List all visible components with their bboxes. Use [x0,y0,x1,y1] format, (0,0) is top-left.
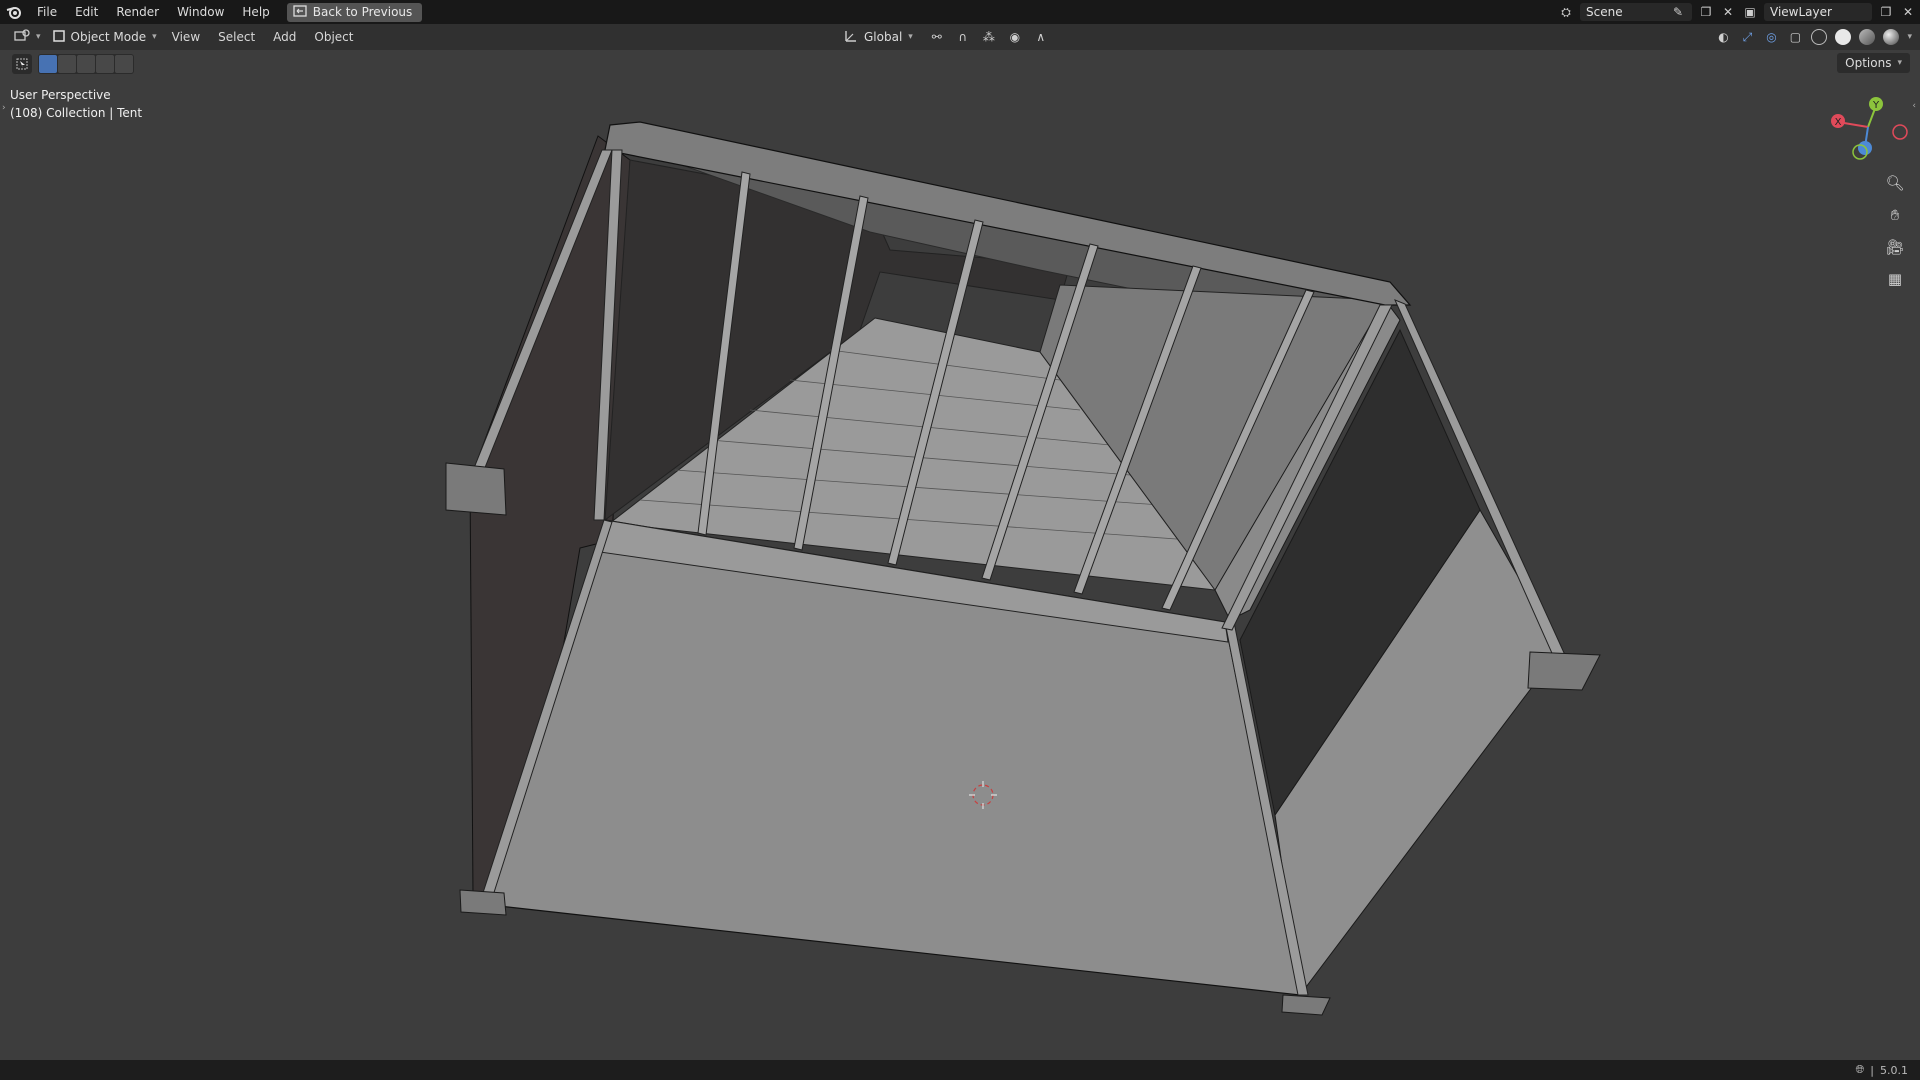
pin-icon[interactable]: ✎ [1670,4,1686,20]
scene-field[interactable]: Scene ✎ [1580,3,1692,21]
menu-object[interactable]: Object [305,30,362,44]
pivot-point-icon[interactable]: ⚯ [929,29,945,45]
viewlayer-type-icon[interactable]: ▣ [1742,4,1758,20]
new-scene-icon[interactable]: ❐ [1698,4,1714,20]
back-to-previous-label: Back to Previous [312,5,413,19]
menu-add[interactable]: Add [264,30,305,44]
viewlayer-name: ViewLayer [1770,5,1832,19]
scene-name: Scene [1586,5,1623,19]
overlays-icon[interactable]: ◎ [1763,29,1779,45]
sidebar-expand-icon[interactable]: › [2,103,6,113]
chevron-down-icon: ▾ [36,32,41,42]
wireframe-shading-icon[interactable] [1811,29,1828,45]
solid-shading-icon[interactable] [1835,29,1852,45]
visibility-eye-icon[interactable]: ◐ [1715,29,1731,45]
menu-render[interactable]: Render [107,0,168,24]
chevron-down-icon: ▾ [908,32,913,42]
menu-edit[interactable]: Edit [66,0,107,24]
perspective-toggle-icon[interactable]: ▦ [1882,266,1908,292]
menu-help[interactable]: Help [233,0,278,24]
3d-viewport[interactable] [0,50,1920,1060]
gizmo-toggle-icon[interactable]: ⤢ [1739,29,1755,45]
n-panel-expand-icon[interactable]: ‹ [1912,101,1916,111]
blender-logo-icon[interactable] [0,5,28,19]
camera-view-icon[interactable]: 🎥︎ [1882,234,1908,260]
delete-scene-icon[interactable]: ✕ [1720,4,1736,20]
proportional-edit-icon[interactable]: ◉ [1007,29,1023,45]
status-separator: | [1870,1063,1874,1077]
tent-mesh [445,121,1601,1016]
globe-icon: 🌐︎ [1855,1063,1865,1076]
chevron-down-icon: ▾ [152,32,157,42]
orientation-dropdown[interactable]: Global ▾ [838,27,919,47]
back-to-previous-button[interactable]: Back to Previous [286,2,423,22]
gizmo-x-label: X [1835,117,1842,128]
menu-view[interactable]: View [163,30,209,44]
navigation-gizmo[interactable]: Y X [1820,92,1910,162]
gizmo-neg-x-icon[interactable] [1892,124,1908,140]
snap-magnet-icon[interactable]: ∩ [955,29,971,45]
transform-tools: Global ▾ ⚯ ∩ ⁂ ◉ ∧ [838,24,1049,50]
status-bar: 🌐︎ | 5.0.1 [0,1060,1920,1080]
editor-type-icon [14,28,30,46]
version-label: 5.0.1 [1880,1063,1908,1077]
mode-label: Object Mode [70,30,147,44]
snap-increment-icon[interactable]: ⁂ [981,29,997,45]
perspective-label: User Perspective [10,88,111,102]
zoom-icon[interactable]: 🔍︎ [1882,170,1908,196]
falloff-curve-icon[interactable]: ∧ [1033,29,1049,45]
collection-label: (108) Collection | Tent [10,106,143,120]
navigation-buttons: 🔍︎ ✋︎ 🎥︎ ▦ [1882,170,1908,292]
mode-dropdown[interactable]: Object Mode ▾ [47,27,163,47]
viewport-right-tools: ◐ ⤢ ◎ ▢ ▾ [1715,24,1912,50]
gizmo-y-label: Y [1872,100,1880,111]
orientation-label: Global [864,30,903,44]
orientation-icon [844,29,858,46]
xray-toggle-icon[interactable]: ▢ [1787,29,1803,45]
top-right-controls: ⛭ Scene ✎ ❐ ✕ ▣ ViewLayer ❐ ✕ [1558,0,1916,24]
rendered-shading-icon[interactable] [1883,29,1900,45]
menu-window[interactable]: Window [168,0,233,24]
editor-type-dropdown[interactable]: ▾ [8,27,47,47]
menu-select[interactable]: Select [209,30,264,44]
shading-options-chevron-icon[interactable]: ▾ [1907,32,1912,42]
object-mode-icon [52,29,65,45]
viewlayer-field[interactable]: ViewLayer [1764,3,1872,21]
pan-hand-icon[interactable]: ✋︎ [1882,202,1908,228]
menu-file[interactable]: File [28,0,66,24]
delete-viewlayer-icon[interactable]: ✕ [1900,4,1916,20]
material-shading-icon[interactable] [1859,29,1876,45]
screen-back-icon [293,4,307,20]
new-viewlayer-icon[interactable]: ❐ [1878,4,1894,20]
scene-type-icon[interactable]: ⛭ [1558,4,1574,20]
viewport-info: User Perspective (108) Collection | Tent [10,86,142,122]
top-bar: File Edit Render Window Help Back to Pre… [0,0,1920,24]
